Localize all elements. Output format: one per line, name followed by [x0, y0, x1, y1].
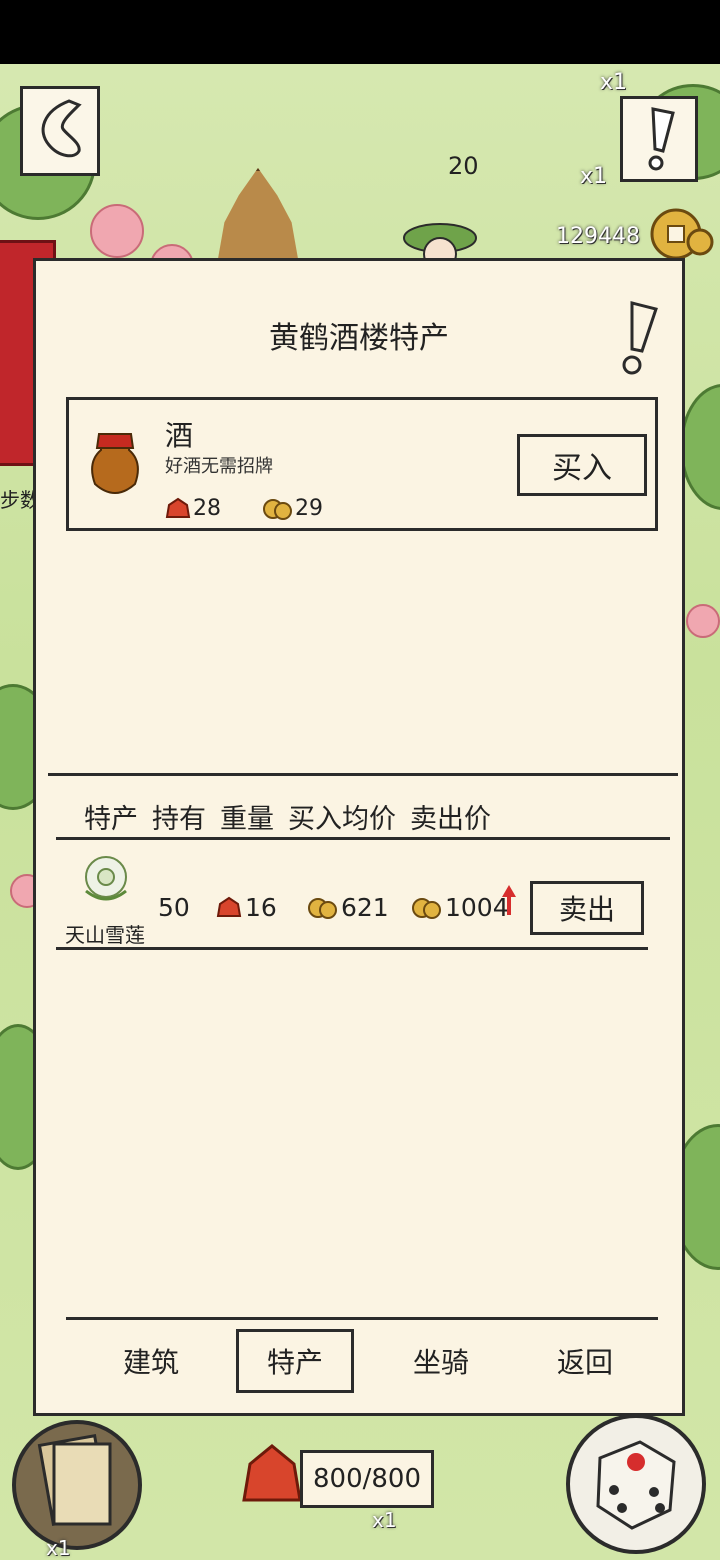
tab-buildings[interactable]: 建筑 — [92, 1329, 210, 1393]
divider — [66, 1317, 658, 1320]
back-button[interactable] — [20, 86, 100, 176]
inventory-item-name: 天山雪莲 — [65, 923, 145, 947]
chest-multiplier: x1 — [372, 1508, 397, 1532]
header-specialty: 特产 — [84, 804, 138, 835]
divider — [56, 837, 670, 840]
header-weight: 重量 — [220, 804, 274, 835]
trend-up-arrow-icon — [501, 884, 516, 915]
product-description: 好酒无需招牌 — [165, 456, 273, 477]
tab-mounts[interactable]: 坐骑 — [382, 1329, 500, 1393]
coin-count: 129448 — [556, 224, 640, 249]
bag-icon — [216, 896, 242, 917]
inventory-header: 特产 持有 重量 买入均价 卖出价 — [84, 797, 495, 836]
divider — [56, 947, 648, 950]
stamina-bag-icon — [242, 1444, 302, 1502]
card-deck-button[interactable] — [12, 1420, 142, 1550]
dice-button[interactable] — [566, 1414, 706, 1554]
inventory-avg-buy-price: 621 — [308, 893, 389, 922]
inventory-weight: 16 — [216, 893, 277, 922]
panel-tabs: 建筑 特产 坐骑 返回 — [36, 1329, 682, 1399]
multiplier-badge: x1 — [600, 70, 628, 95]
product-card: 酒 好酒无需招牌 28 29 买入 — [66, 397, 658, 531]
coin-icon — [412, 897, 441, 919]
product-weight-value: 28 — [193, 496, 221, 521]
header-sell-price: 卖出价 — [410, 804, 491, 835]
coin-icon — [650, 208, 714, 260]
bag-icon — [165, 497, 191, 518]
tab-specialties[interactable]: 特产 — [236, 1329, 354, 1393]
dice-icon — [596, 1440, 676, 1530]
panel-title: 黄鹤酒楼特产 — [269, 321, 449, 356]
header-held: 持有 — [152, 804, 206, 835]
exclamation-icon — [622, 301, 658, 375]
boat-number: 20 — [448, 152, 479, 180]
divider — [48, 773, 678, 776]
back-arrow-icon — [41, 99, 82, 158]
tab-return[interactable]: 返回 — [526, 1329, 644, 1393]
product-price: 29 — [263, 496, 323, 521]
wine-jar-icon — [91, 433, 139, 494]
snow-lotus-icon — [85, 856, 127, 901]
product-name: 酒 — [165, 419, 194, 452]
inventory-held: 50 — [158, 893, 190, 922]
coin-icon — [263, 498, 292, 520]
header-avg-buy-price: 买入均价 — [288, 804, 396, 835]
deck-multiplier: x1 — [46, 1536, 71, 1560]
exclamation-icon — [648, 107, 675, 171]
cards-icon — [37, 1434, 112, 1526]
multiplier-badge: x1 — [580, 164, 608, 189]
inventory-sell-price: 1004 — [412, 884, 518, 922]
coin-icon — [308, 897, 337, 919]
product-price-value: 29 — [295, 496, 323, 521]
buy-button[interactable]: 买入 — [517, 434, 647, 496]
product-weight: 28 — [165, 496, 221, 521]
inventory-avg-buy-price-value: 621 — [341, 893, 389, 922]
specialty-panel: 黄鹤酒楼特产 酒 好酒无需招牌 28 29 买入 特产 持有 重量 买入均价 卖… — [33, 258, 685, 1416]
sell-button[interactable]: 卖出 — [530, 881, 644, 935]
inventory-weight-value: 16 — [245, 893, 277, 922]
inventory-row: 天山雪莲 50 16 621 1004 卖出 — [60, 841, 660, 951]
notice-button[interactable] — [620, 96, 698, 182]
status-bar — [0, 0, 720, 64]
stamina-counter: 800/800 — [300, 1450, 434, 1508]
